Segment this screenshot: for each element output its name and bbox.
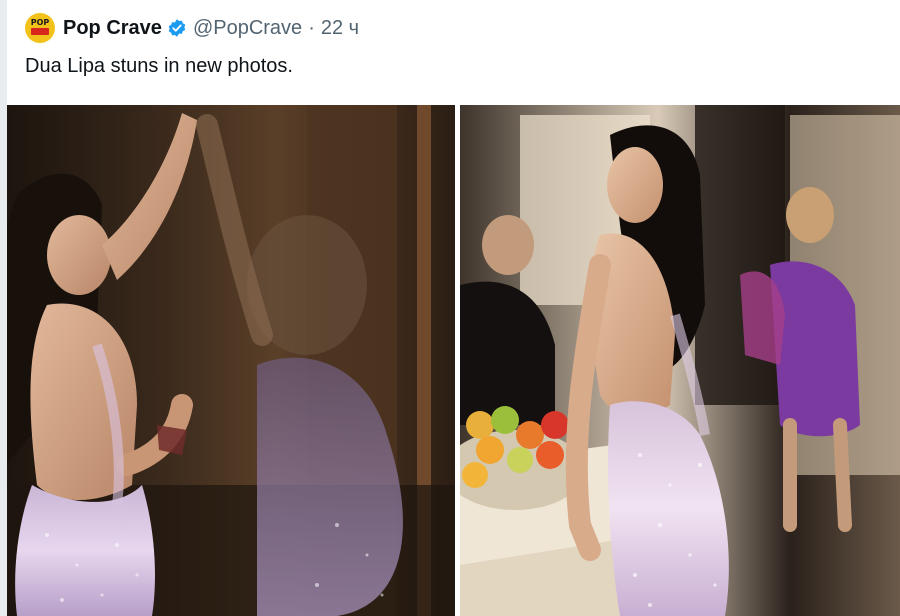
tweet-card[interactable]: POP Pop Crave @PopCrave · 22 ч Dua Lipa … — [7, 0, 900, 616]
tweet-header: POP Pop Crave @PopCrave · 22 ч — [25, 12, 359, 44]
user-handle[interactable]: @PopCrave — [193, 17, 302, 40]
display-name[interactable]: Pop Crave — [63, 17, 162, 40]
separator-dot: · — [308, 16, 315, 39]
timestamp[interactable]: 22 ч — [321, 17, 359, 40]
avatar-logo-stripe — [31, 28, 49, 35]
photo-right[interactable] — [460, 105, 900, 616]
photo-left[interactable] — [7, 105, 455, 616]
avatar-logo-text: POP — [30, 18, 50, 27]
avatar[interactable]: POP — [25, 13, 55, 43]
tweet-text: Dua Lipa stuns in new photos. — [25, 55, 293, 77]
verified-badge-icon — [167, 18, 187, 38]
media-grid — [7, 105, 900, 616]
